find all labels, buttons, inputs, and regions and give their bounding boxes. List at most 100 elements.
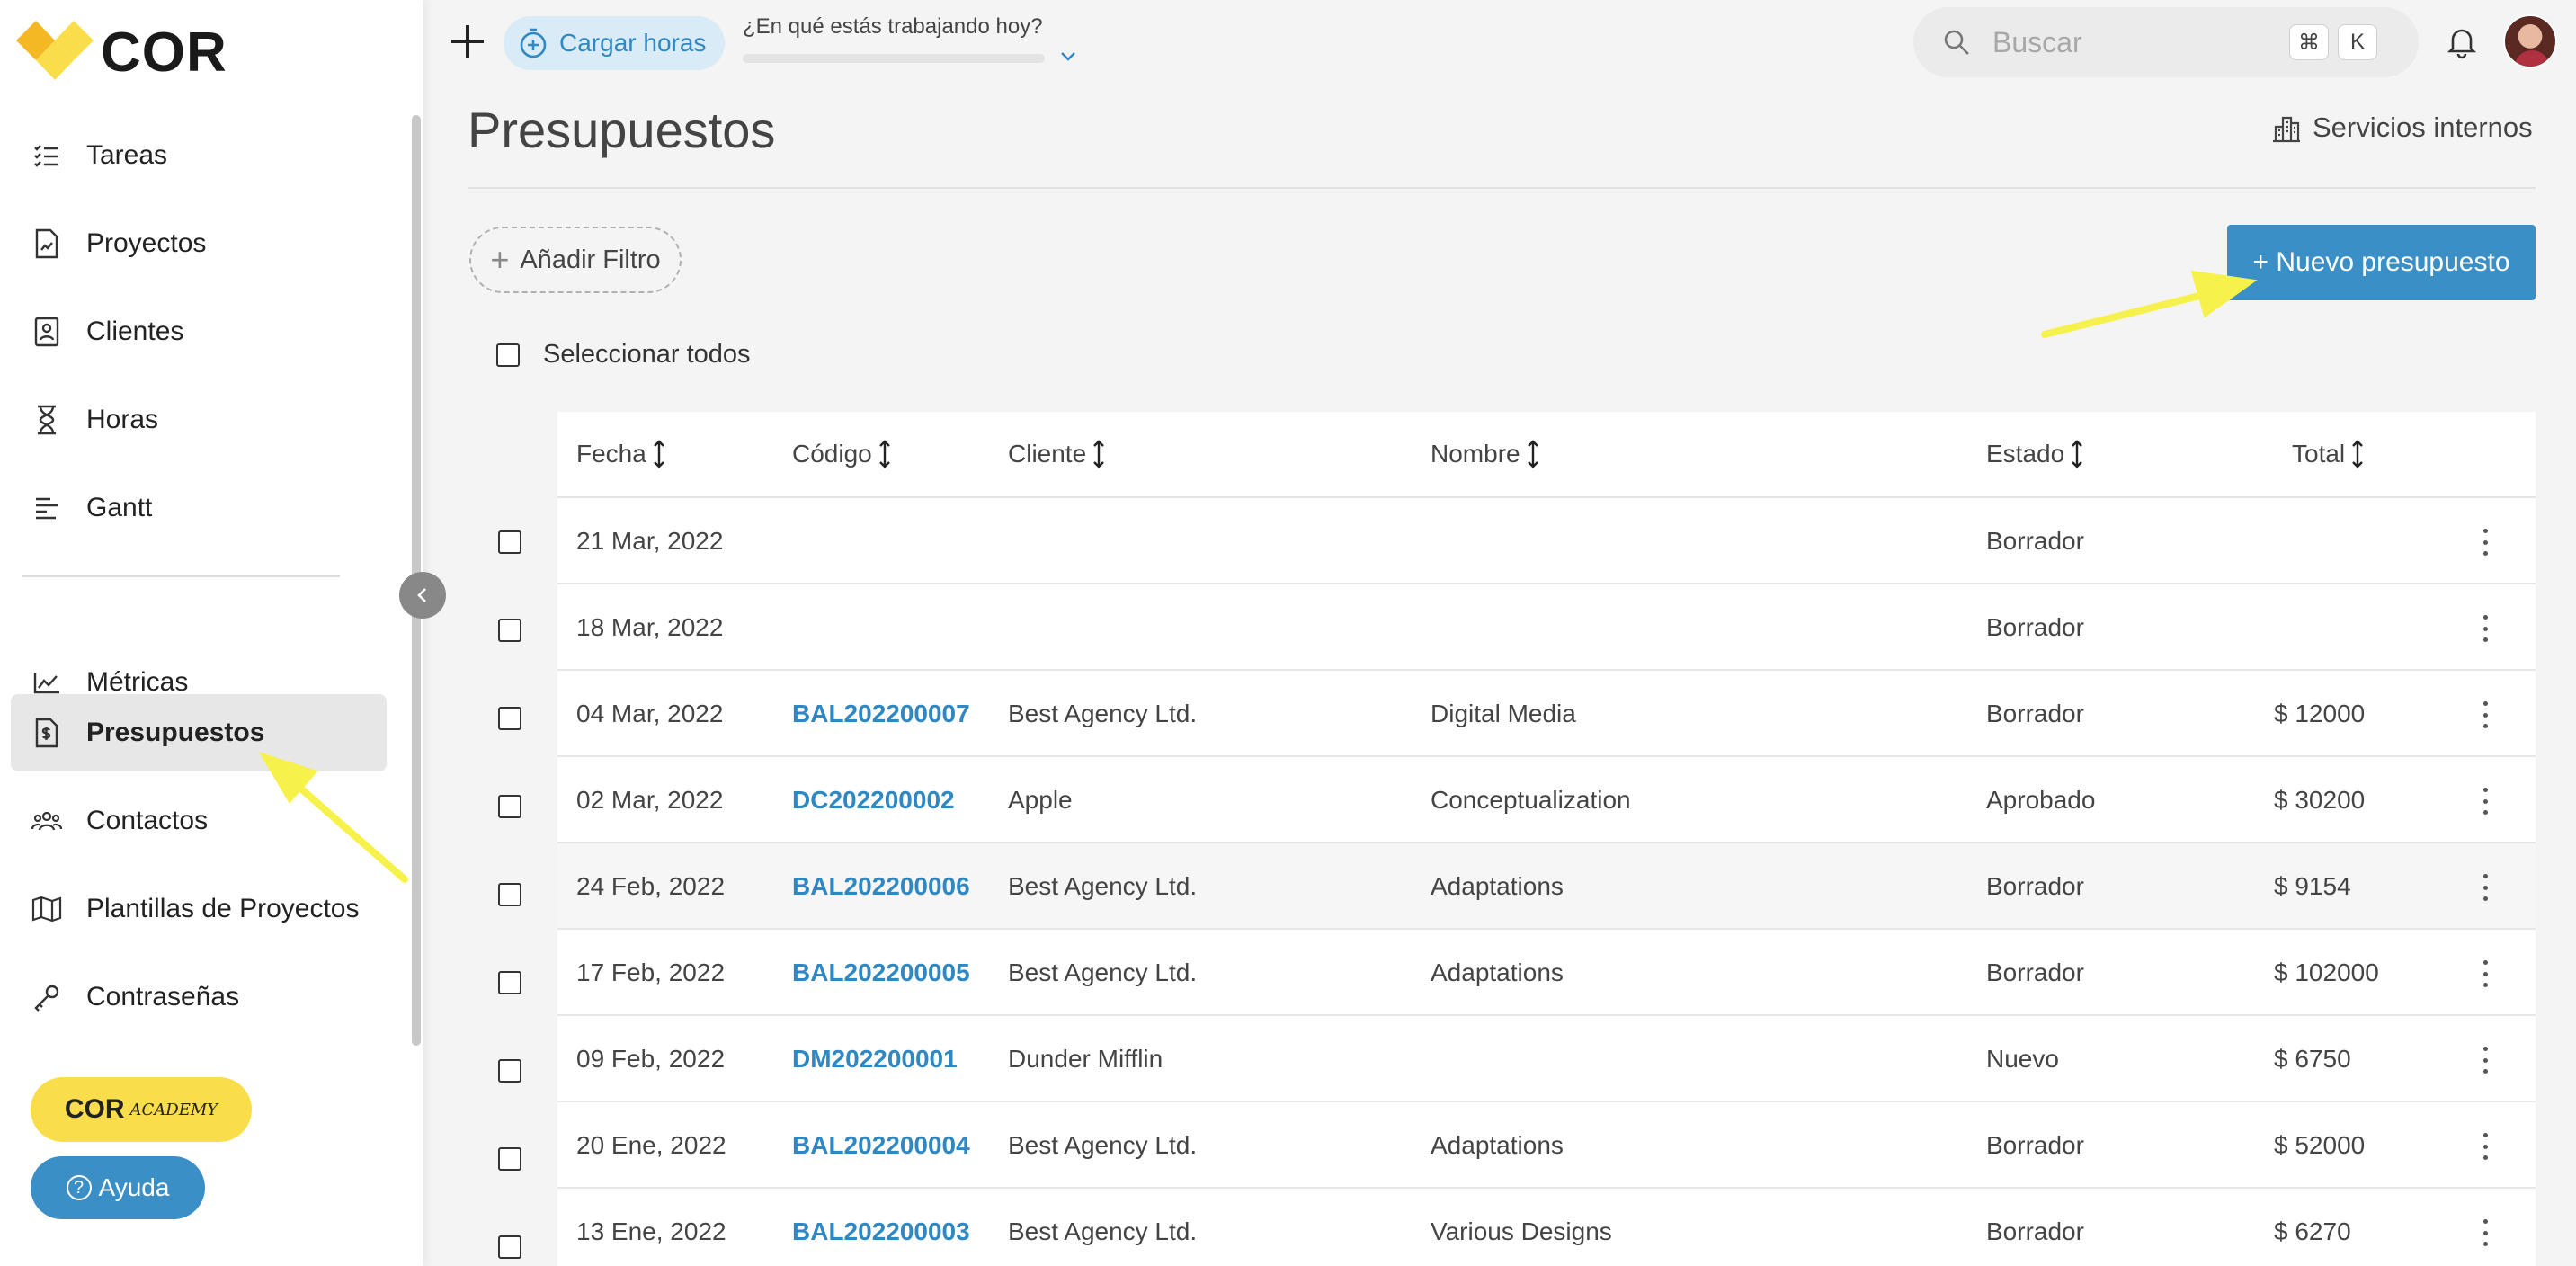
column-header-estado[interactable]: Estado (1986, 439, 2084, 469)
table-row[interactable]: 24 Feb, 2022 BAL202200006 Best Agency Ltd.… (557, 843, 2536, 930)
select-all[interactable]: Seleccionar todos (496, 340, 751, 370)
column-label: Estado (1986, 440, 2065, 468)
table-row[interactable]: 04 Mar, 2022 BAL202200007 Best Agency Ltd.… (557, 671, 2536, 757)
cargar-horas-button[interactable]: Cargar horas (504, 16, 725, 70)
search-icon (1944, 30, 1969, 55)
row-menu-icon[interactable] (2474, 529, 2496, 556)
column-header-codigo[interactable]: Código (792, 439, 892, 469)
table-row[interactable]: 02 Mar, 2022 DC202200002 Apple Conceptualiz… (557, 757, 2536, 843)
document-icon (29, 226, 65, 262)
working-on-input[interactable] (743, 54, 1045, 63)
quick-add-button[interactable] (446, 20, 489, 63)
cor-academy-button[interactable]: COR ACADEMY (31, 1077, 252, 1142)
column-header-nombre[interactable]: Nombre (1431, 439, 1540, 469)
row-checkbox[interactable] (498, 883, 521, 906)
add-filter-button[interactable]: + Añadir Filtro (469, 227, 682, 293)
sort-icon (653, 440, 664, 468)
bell-icon[interactable] (2444, 23, 2480, 59)
cell-total: $ 12000 (2274, 700, 2366, 727)
search-input[interactable] (1992, 25, 2280, 59)
sidebar-item-label: Proyectos (86, 228, 207, 258)
sidebar-item-label: Horas (86, 405, 159, 434)
row-menu-icon[interactable] (2474, 960, 2496, 987)
column-header-fecha[interactable]: Fecha (576, 439, 666, 469)
sort-icon (878, 440, 890, 468)
building-icon (2273, 116, 2300, 143)
academy-sub-label: ACADEMY (129, 1100, 218, 1119)
cell-codigo[interactable]: BAL202200003 (792, 1217, 970, 1246)
sidebar-item-proyectos[interactable]: Proyectos (11, 205, 387, 282)
add-filter-label: Añadir Filtro (520, 245, 661, 274)
row-menu-icon[interactable] (2474, 701, 2496, 728)
cell-nombre: Adaptations (1431, 872, 1564, 900)
column-header-total[interactable]: Total (2292, 439, 2365, 469)
sidebar-item-contactos[interactable]: Contactos (11, 782, 387, 860)
sidebar-divider (22, 575, 340, 577)
cell-codigo[interactable]: BAL202200005 (792, 958, 970, 987)
row-menu-icon[interactable] (2474, 874, 2496, 901)
row-checkbox[interactable] (498, 1059, 521, 1083)
new-budget-button[interactable]: + Nuevo presupuesto (2227, 225, 2536, 300)
select-all-label: Seleccionar todos (543, 340, 751, 369)
table-row[interactable]: 13 Ene, 2022 BAL202200003 Best Agency Ltd.… (557, 1189, 2536, 1266)
cell-codigo[interactable]: BAL202200007 (792, 700, 970, 728)
plus-icon: + (490, 241, 510, 278)
table-row[interactable]: 17 Feb, 2022 BAL202200005 Best Agency Ltd.… (557, 930, 2536, 1016)
row-menu-icon[interactable] (2474, 1133, 2496, 1160)
map-icon (29, 891, 65, 927)
help-button[interactable]: ? Ayuda (31, 1156, 205, 1219)
column-label: Fecha (576, 440, 646, 468)
sidebar-item-contrasenas[interactable]: Contraseñas (11, 958, 387, 1036)
cell-fecha: 18 Mar, 2022 (576, 613, 724, 641)
user-avatar[interactable] (2503, 14, 2557, 68)
sidebar-collapse-button[interactable] (399, 572, 446, 619)
sidebar-item-clientes[interactable]: Clientes (11, 293, 387, 370)
column-label: Cliente (1008, 440, 1087, 468)
cell-cliente: Best Agency Ltd. (1008, 1217, 1198, 1245)
cell-cliente: Apple (1008, 786, 1073, 814)
row-menu-icon[interactable] (2474, 615, 2496, 642)
cell-codigo[interactable]: DM202200001 (792, 1045, 958, 1074)
sidebar-item-label: Clientes (86, 316, 184, 346)
sidebar-item-label: Métricas (86, 667, 189, 697)
column-header-cliente[interactable]: Cliente (1008, 439, 1106, 469)
table-row[interactable]: 09 Feb, 2022 DM202200001 Dunder Mifflin Nue… (557, 1016, 2536, 1102)
row-menu-icon[interactable] (2474, 788, 2496, 815)
cell-codigo[interactable]: BAL202200004 (792, 1131, 970, 1160)
annotation-arrow-new-button (2041, 270, 2258, 338)
sidebar-item-presupuestos[interactable]: Presupuestos (11, 694, 387, 771)
sidebar-item-gantt[interactable]: Gantt (11, 469, 387, 547)
cor-logo[interactable]: COR (16, 16, 227, 88)
select-all-checkbox[interactable] (496, 343, 520, 367)
servicios-internos-button[interactable]: Servicios internos (2271, 111, 2533, 144)
row-checkbox[interactable] (498, 707, 521, 730)
sidebar-item-horas[interactable]: Horas (11, 381, 387, 459)
chevron-down-icon[interactable] (1057, 45, 1079, 67)
cell-total: $ 6270 (2274, 1217, 2351, 1245)
row-menu-icon[interactable] (2474, 1219, 2496, 1246)
cell-total: $ 9154 (2274, 872, 2351, 900)
cell-cliente: Best Agency Ltd. (1008, 872, 1198, 900)
table-row[interactable]: 18 Mar, 2022 Borrador (557, 584, 2536, 671)
search-bar: ⌘ K (1913, 7, 2419, 77)
sidebar-item-tareas[interactable]: Tareas (11, 117, 387, 194)
table-row[interactable]: 20 Ene, 2022 BAL202200004 Best Agency Ltd.… (557, 1102, 2536, 1189)
hourglass-icon (29, 402, 65, 438)
sidebar-item-plantillas[interactable]: Plantillas de Proyectos (11, 870, 387, 948)
cell-codigo[interactable]: BAL202200006 (792, 872, 970, 901)
working-on-label: ¿En qué estás trabajando hoy? (743, 14, 1043, 39)
row-checkbox[interactable] (498, 619, 521, 642)
cell-codigo[interactable]: DC202200002 (792, 786, 955, 815)
cell-estado: Borrador (1986, 1217, 2084, 1245)
sort-icon (2352, 440, 2364, 468)
row-checkbox[interactable] (498, 1235, 521, 1259)
row-checkbox[interactable] (498, 1147, 521, 1171)
row-checkbox[interactable] (498, 530, 521, 554)
row-checkbox[interactable] (498, 795, 521, 818)
cell-estado: Borrador (1986, 872, 2084, 900)
logo-mark-icon (16, 21, 94, 84)
row-menu-icon[interactable] (2474, 1047, 2496, 1074)
cell-total: $ 102000 (2274, 958, 2379, 986)
table-row[interactable]: 21 Mar, 2022 Borrador (557, 498, 2536, 584)
row-checkbox[interactable] (498, 971, 521, 994)
